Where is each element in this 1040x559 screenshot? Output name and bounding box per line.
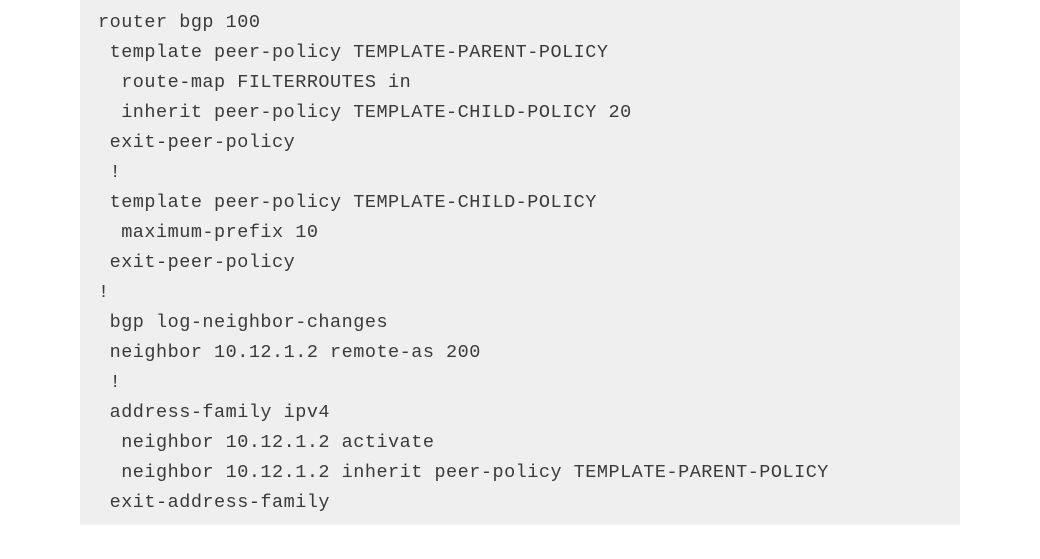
code-line: maximum-prefix 10: [98, 218, 942, 248]
code-line: address-family ipv4: [98, 398, 942, 428]
code-line: !: [98, 278, 942, 308]
code-line: neighbor 10.12.1.2 remote-as 200: [98, 338, 942, 368]
code-line: route-map FILTERROUTES in: [98, 68, 942, 98]
code-line: router bgp 100: [98, 8, 942, 38]
code-line: bgp log-neighbor-changes: [98, 308, 942, 338]
config-code-block: router bgp 100 template peer-policy TEMP…: [80, 0, 960, 525]
code-line: inherit peer-policy TEMPLATE-CHILD-POLIC…: [98, 98, 942, 128]
code-line: template peer-policy TEMPLATE-PARENT-POL…: [98, 38, 942, 68]
code-line: exit-peer-policy: [98, 128, 942, 158]
code-line: template peer-policy TEMPLATE-CHILD-POLI…: [98, 188, 942, 218]
code-line: exit-peer-policy: [98, 248, 942, 278]
code-line: !: [98, 158, 942, 188]
code-line: exit-address-family: [98, 488, 942, 518]
code-line: !: [98, 368, 942, 398]
code-line: neighbor 10.12.1.2 activate: [98, 428, 942, 458]
code-line: neighbor 10.12.1.2 inherit peer-policy T…: [98, 458, 942, 488]
